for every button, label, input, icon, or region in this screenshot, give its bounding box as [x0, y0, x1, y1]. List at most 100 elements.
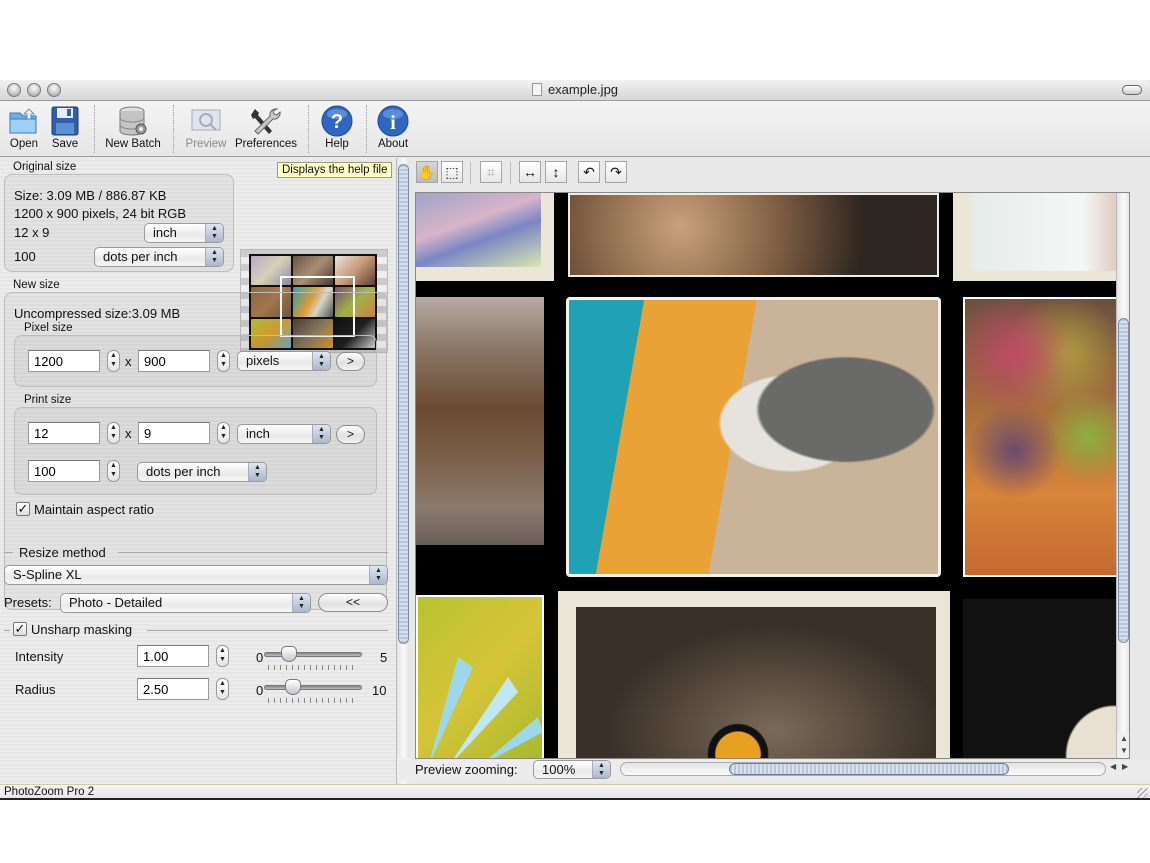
scroll-right-arrow-icon[interactable]: ▶: [1122, 762, 1128, 771]
presets-select[interactable]: Photo - Detailed ▲ ▼: [60, 593, 311, 613]
print-height-stepper[interactable]: ▲ ▼: [217, 422, 230, 444]
collapse-presets-button[interactable]: <<: [318, 593, 388, 612]
flip-horizontal-button[interactable]: ↔: [519, 161, 541, 183]
original-size-title: Original size: [13, 161, 77, 173]
print-resolution-input[interactable]: [28, 460, 100, 482]
preview-horizontal-scrollbar[interactable]: [620, 762, 1106, 776]
original-resolution-unit-value: dots per inch: [103, 249, 178, 264]
pixel-height-input[interactable]: [138, 350, 210, 372]
presets-label: Presets:: [4, 595, 52, 610]
param-label: Radius: [15, 682, 56, 697]
print-width-input[interactable]: [28, 422, 100, 444]
crop-tool-button[interactable]: ⌗: [480, 161, 502, 183]
original-resolution-unit-select[interactable]: dots per inch ▲ ▼: [94, 247, 224, 267]
print-resolution-unit-value: dots per inch: [146, 464, 221, 479]
pixel-apply-button[interactable]: >: [336, 352, 365, 371]
slider-min-label: 0: [256, 650, 264, 665]
preferences-button[interactable]: Preferences: [234, 105, 298, 150]
hand-icon: ✋: [418, 164, 436, 180]
open-button[interactable]: Open: [5, 105, 43, 150]
settings-scroll-thumb[interactable]: [398, 164, 409, 644]
param-slider-track[interactable]: [264, 685, 362, 690]
print-width-stepper[interactable]: ▲ ▼: [107, 422, 120, 444]
rotate-right-button[interactable]: ↷: [605, 161, 627, 183]
slider-max-label: 10: [372, 683, 387, 698]
select-arrows-icon: ▲ ▼: [292, 594, 310, 612]
open-label: Open: [9, 138, 39, 150]
hand-tool-button[interactable]: ✋: [416, 161, 438, 183]
pixel-width-stepper[interactable]: ▲ ▼: [107, 350, 120, 372]
original-dimensions: 12 x 9: [14, 225, 50, 240]
app-name-status: PhotoZoom Pro 2: [4, 786, 95, 798]
preview-hscroll-thumb[interactable]: [729, 763, 1009, 775]
about-button[interactable]: i About: [374, 105, 412, 150]
param-stepper[interactable]: ▲ ▼: [216, 645, 229, 667]
select-arrows-icon: ▲ ▼: [248, 463, 266, 481]
pixel-width-input[interactable]: [28, 350, 100, 372]
select-arrows-icon: ▲ ▼: [312, 425, 330, 443]
database-gear-icon: [116, 105, 150, 137]
resize-method-title: Resize method: [19, 545, 106, 560]
preview-zoom-value: 100%: [542, 762, 576, 777]
param-value-input[interactable]: [137, 678, 209, 700]
settings-scrollbar[interactable]: ▲ ▼: [396, 158, 411, 784]
photo-seashells: [568, 193, 939, 277]
param-stepper[interactable]: ▲ ▼: [216, 678, 229, 700]
preview-button[interactable]: Preview: [181, 105, 231, 150]
select-arrows-icon: ▲ ▼: [205, 248, 223, 266]
help-tooltip: Displays the help file: [277, 162, 393, 178]
param-value-input[interactable]: [137, 645, 209, 667]
about-label: About: [377, 138, 409, 150]
window-title: example.jpg: [0, 82, 1150, 97]
slider-ticks: [268, 698, 354, 703]
scroll-down-arrow-icon[interactable]: ▼: [1117, 745, 1129, 757]
image-preview[interactable]: ▲ ▼: [415, 192, 1130, 759]
new-batch-button[interactable]: New Batch: [102, 105, 164, 150]
photo-parrot: [566, 297, 941, 577]
param-slider-thumb[interactable]: [285, 679, 301, 695]
slider-ticks: [268, 665, 354, 670]
svg-text:i: i: [390, 112, 396, 134]
print-height-input[interactable]: [138, 422, 210, 444]
print-unit-value: inch: [246, 426, 270, 441]
save-button[interactable]: Save: [48, 105, 82, 150]
print-resolution-stepper[interactable]: ▲ ▼: [107, 460, 120, 482]
param-slider-thumb[interactable]: [280, 646, 297, 662]
maintain-aspect-checkbox[interactable]: ✓: [16, 502, 30, 516]
unsharp-masking-checkbox[interactable]: ✓: [13, 622, 27, 636]
toolbar-toggle-button[interactable]: [1122, 85, 1142, 95]
toolbar-separator: [173, 105, 174, 153]
preview-vscroll-thumb[interactable]: [1118, 318, 1129, 643]
param-label: Intensity: [15, 649, 64, 664]
resize-method-select[interactable]: S-Spline XL ▲ ▼: [4, 565, 388, 585]
preferences-label: Preferences: [234, 138, 297, 150]
preview-zoom-select[interactable]: 100% ▲ ▼: [533, 760, 611, 779]
select-arrows-icon: ▲ ▼: [592, 761, 610, 778]
flip-vertical-button[interactable]: ↕: [545, 161, 567, 183]
select-arrows-icon: ▲ ▼: [369, 566, 387, 584]
original-unit-select[interactable]: inch ▲ ▼: [144, 223, 224, 243]
scroll-left-arrow-icon[interactable]: ◀: [1110, 762, 1116, 771]
presets-value: Photo - Detailed: [69, 595, 163, 610]
print-apply-button[interactable]: >: [336, 425, 365, 444]
resize-grip-icon[interactable]: [1137, 788, 1148, 798]
rotate-left-button[interactable]: ↶: [578, 161, 600, 183]
uncompressed-size: Uncompressed size:3.09 MB: [14, 306, 181, 321]
param-slider-track[interactable]: [264, 652, 362, 657]
preview-vertical-scrollbar[interactable]: ▲ ▼: [1116, 193, 1129, 758]
preview-zoom-label: Preview zooming:: [415, 762, 518, 777]
print-unit-select[interactable]: inch ▲ ▼: [237, 424, 331, 444]
folder-open-icon: [7, 105, 41, 137]
pixel-height-stepper[interactable]: ▲ ▼: [217, 350, 230, 372]
pixel-unit-select[interactable]: pixels ▲ ▼: [237, 351, 331, 371]
question-mark-icon: ?: [320, 105, 354, 137]
print-x-label: x: [125, 426, 132, 441]
select-tool-button[interactable]: ⬚: [441, 161, 463, 183]
original-resolution: 100: [14, 249, 36, 264]
pixel-unit-value: pixels: [246, 353, 280, 368]
help-button[interactable]: ? Help: [318, 105, 356, 150]
new-size-title: New size: [13, 279, 60, 291]
print-resolution-unit-select[interactable]: dots per inch ▲ ▼: [137, 462, 267, 482]
scroll-up-arrow-icon[interactable]: ▲: [1117, 733, 1129, 745]
photo-astronaut: [963, 599, 1129, 758]
